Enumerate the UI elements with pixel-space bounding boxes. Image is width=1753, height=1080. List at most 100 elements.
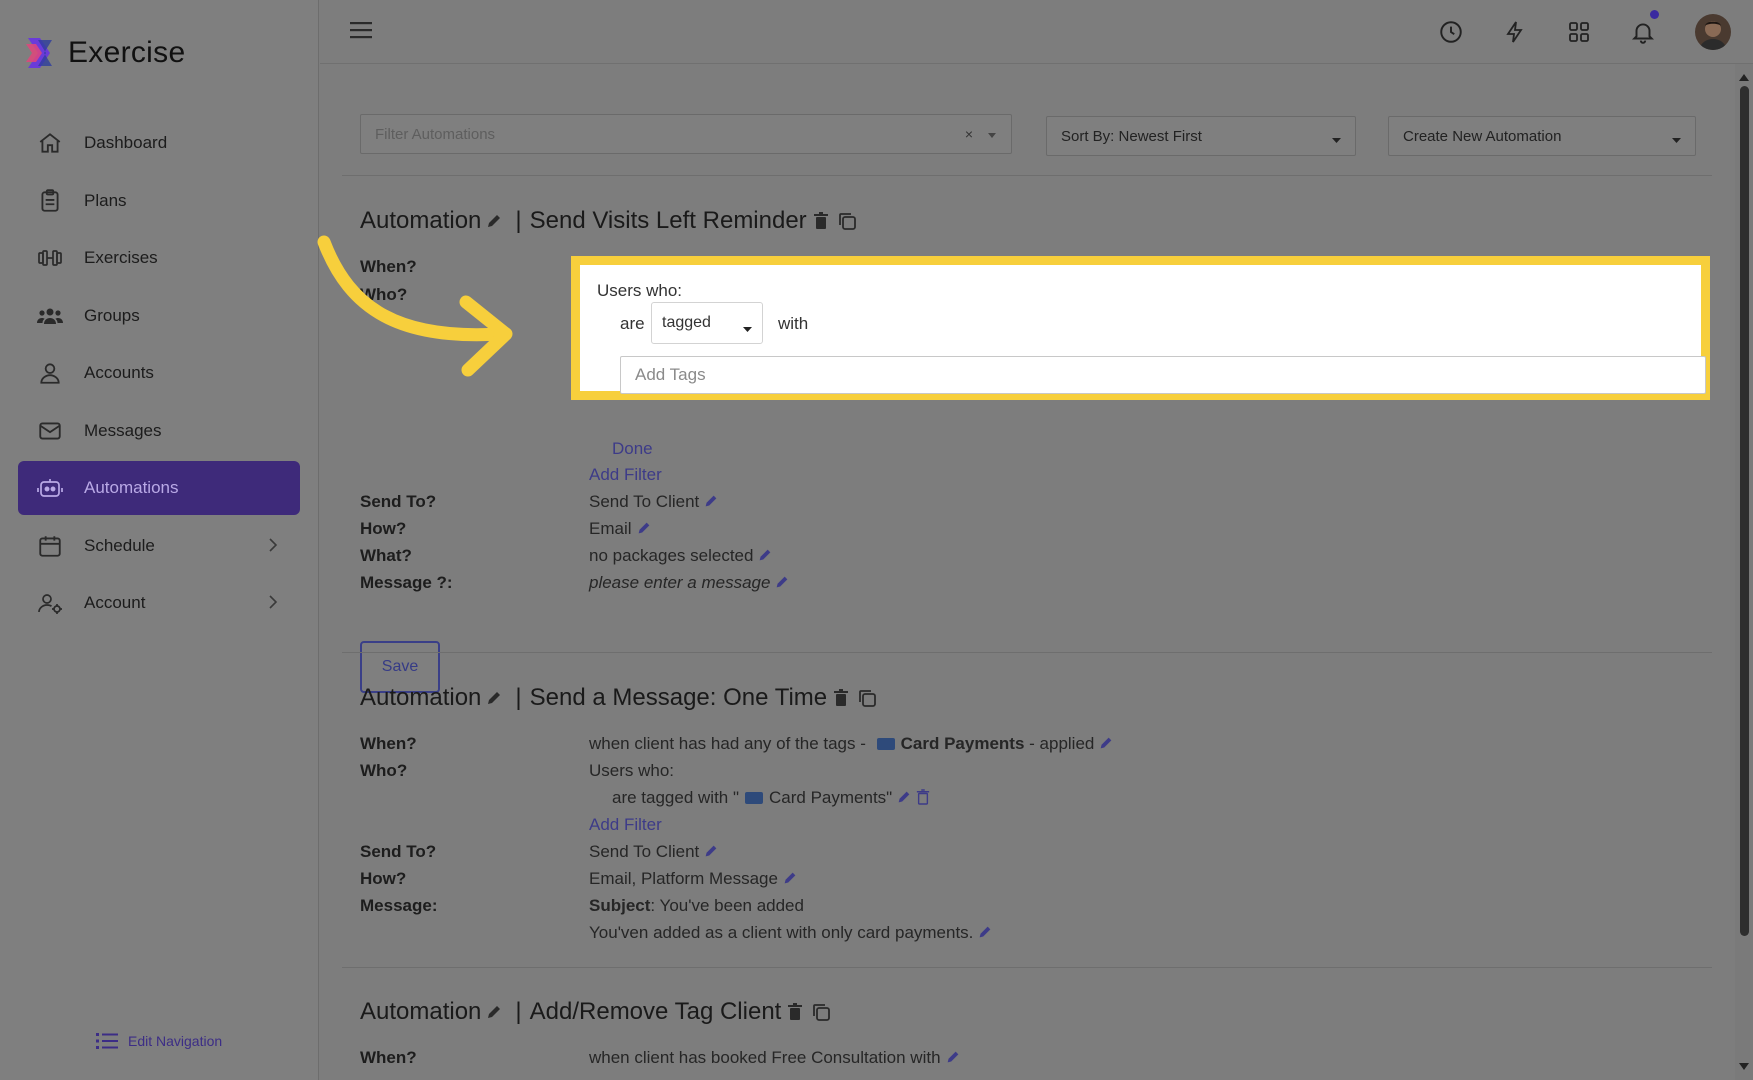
divider [342, 652, 1712, 653]
avatar[interactable] [1695, 14, 1731, 50]
pencil-icon[interactable] [636, 520, 652, 541]
apps-grid-icon[interactable] [1561, 14, 1597, 50]
bell-icon[interactable] [1625, 10, 1661, 50]
add-filter-link[interactable]: Add Filter [589, 465, 662, 485]
send-to-text: Send To Client [589, 492, 700, 511]
when-text: when client has booked Free Consultation… [589, 1048, 941, 1067]
pencil-icon[interactable] [485, 1003, 503, 1021]
clipboard-icon [36, 187, 64, 215]
sidebar-item-exercises[interactable]: Exercises [18, 231, 300, 285]
sidebar-item-account[interactable]: Account [18, 576, 300, 630]
message-value: please enter a message [589, 573, 790, 595]
pencil-icon[interactable] [977, 924, 993, 945]
users-icon [36, 302, 64, 330]
create-new-automation-select[interactable]: Create New Automation [1388, 116, 1696, 156]
sidebar-item-automations[interactable]: Automations [18, 461, 300, 515]
sidebar-item-label: Groups [84, 305, 140, 325]
filter-placeholder: Filter Automations [375, 125, 496, 143]
caret-down-icon [743, 320, 752, 338]
who-value: Users who: [589, 761, 675, 780]
trash-icon[interactable] [916, 789, 930, 810]
when-row: When? when client has booked Free Consul… [360, 1048, 958, 1068]
tag-condition-value: tagged [662, 314, 711, 331]
copy-icon[interactable] [811, 1002, 831, 1022]
copy-icon[interactable] [857, 688, 877, 708]
message-body-text: You'ven added as a client with only card… [589, 923, 974, 942]
sidebar-item-label: Dashboard [84, 133, 168, 152]
who-filter-editor: Users who: are tagged with Add Tags [571, 256, 1710, 400]
dumbbell-icon [36, 244, 64, 272]
main-content: Filter Automations × Sort By: Newest Fir… [320, 64, 1735, 1080]
brand[interactable]: Exercise [22, 36, 185, 70]
sidebar-item-label: Exercises [84, 248, 158, 267]
scrollbar[interactable] [1735, 64, 1753, 1080]
message-label: Message ?: [360, 573, 453, 592]
trash-icon[interactable] [833, 689, 849, 707]
users-who-label: Users who: [597, 281, 683, 300]
tag-condition-select[interactable]: tagged [651, 302, 763, 344]
top-bar [320, 0, 1753, 64]
sidebar-item-label: Plans [84, 190, 127, 210]
create-label: Create New Automation [1403, 127, 1562, 145]
title-separator: | [515, 684, 522, 711]
sidebar-item-accounts[interactable]: Accounts [18, 346, 300, 400]
pencil-icon[interactable] [782, 870, 798, 891]
copy-icon[interactable] [837, 211, 857, 231]
sidebar-item-label: Account [84, 593, 146, 612]
history-clock-icon[interactable] [1433, 14, 1469, 50]
mail-icon [36, 417, 64, 445]
add-tags-placeholder: Add Tags [635, 365, 706, 384]
sort-label: Sort By: Newest First [1061, 127, 1202, 145]
filter-automations-select[interactable]: Filter Automations × [360, 114, 1012, 154]
how-text: Email, Platform Message [589, 869, 778, 888]
how-label: How? [360, 519, 407, 538]
scroll-thumb[interactable] [1740, 86, 1749, 936]
notification-dot [1650, 10, 1659, 19]
pencil-icon[interactable] [485, 212, 503, 230]
sidebar-item-messages[interactable]: Messages [18, 404, 300, 458]
edit-navigation-label: Edit Navigation [128, 1033, 223, 1049]
when-suffix: - applied [1029, 734, 1095, 753]
sidebar-item-dashboard[interactable]: Dashboard [18, 116, 300, 170]
pencil-icon[interactable] [945, 1049, 961, 1070]
pencil-icon[interactable] [757, 547, 773, 568]
sidebar-item-groups[interactable]: Groups [18, 289, 300, 343]
add-tags-input[interactable]: Add Tags [620, 356, 1706, 394]
sidebar-item-plans[interactable]: Plans [18, 174, 300, 228]
how-value: Email [589, 519, 652, 541]
filter-bar: Filter Automations × Sort By: Newest Fir… [360, 114, 1715, 156]
when-tag: Card Payments [900, 734, 1025, 753]
edit-navigation-link[interactable]: Edit Navigation [96, 1032, 222, 1050]
pencil-icon[interactable] [485, 689, 503, 707]
divider [342, 967, 1712, 968]
hamburger-menu-icon[interactable] [350, 20, 372, 45]
pencil-icon[interactable] [703, 493, 719, 514]
trash-icon[interactable] [813, 212, 829, 230]
pencil-icon[interactable] [1098, 735, 1114, 756]
subject-text: : You've been added [650, 896, 804, 915]
message-row: Message ?: please enter a message [360, 573, 788, 593]
done-link[interactable]: Done [612, 439, 653, 459]
sort-select[interactable]: Sort By: Newest First [1046, 116, 1356, 156]
pencil-icon[interactable] [703, 843, 719, 864]
scroll-up-arrow-icon[interactable] [1739, 68, 1749, 86]
scroll-down-arrow-icon[interactable] [1739, 1058, 1749, 1076]
top-icons [1433, 10, 1753, 50]
when-value: when client has had any of the tags - Ca… [589, 734, 1114, 756]
automation-name: Send Visits Left Reminder [529, 207, 807, 234]
clear-icon[interactable]: × [965, 126, 973, 142]
add-filter-link[interactable]: Add Filter [589, 815, 662, 835]
when-text: when client has had any of the tags - [589, 734, 866, 753]
automation-title: Automation | Send a Message: One Time [360, 682, 1720, 714]
caret-down-icon [987, 127, 997, 144]
pencil-icon[interactable] [896, 789, 912, 810]
send-to-value: Send To Client [589, 492, 719, 514]
pencil-icon[interactable] [774, 574, 790, 595]
annotation-arrow-icon [317, 235, 513, 377]
list-icon [96, 1033, 118, 1049]
lightning-icon[interactable] [1497, 14, 1533, 50]
sidebar-item-schedule[interactable]: Schedule [18, 519, 300, 573]
trash-icon[interactable] [787, 1003, 803, 1021]
message-text: please enter a message [589, 573, 771, 592]
how-row: How? Email, Platform Message [360, 869, 796, 889]
